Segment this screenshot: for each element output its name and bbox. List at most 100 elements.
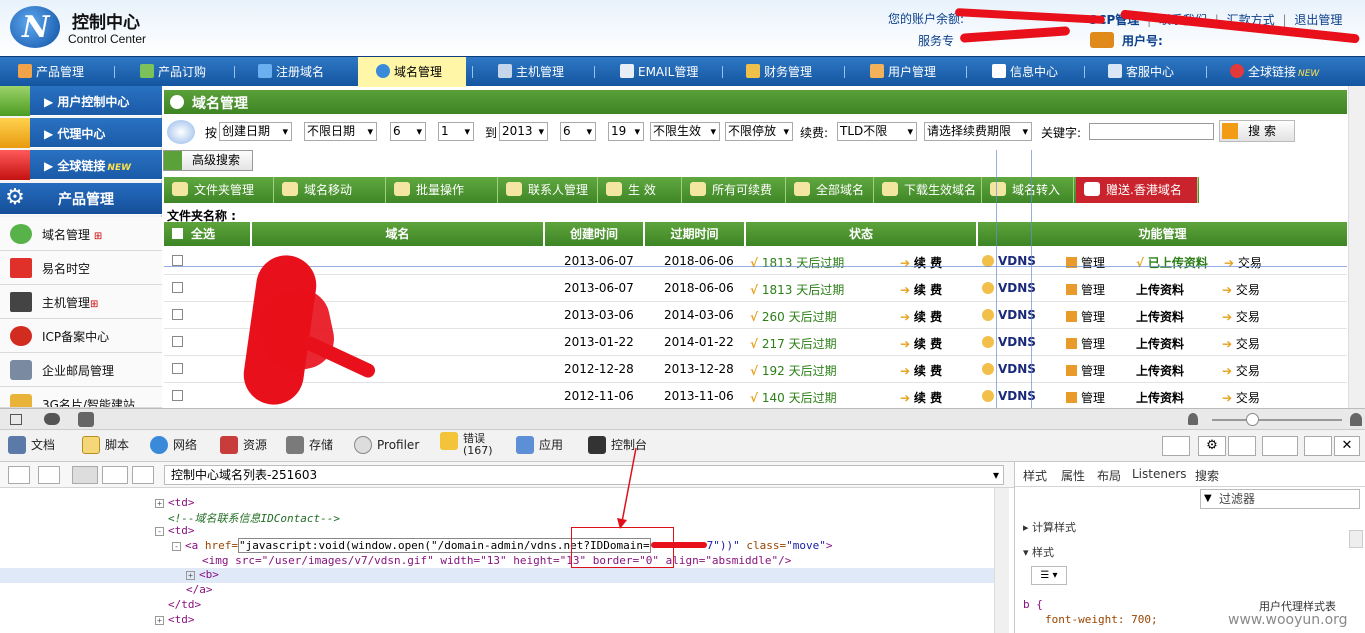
year-to-select[interactable]: 2013 — [499, 122, 548, 141]
toolbar-renewable[interactable]: 所有可续费 — [682, 177, 786, 203]
vdns-link[interactable]: VDNS — [982, 335, 1036, 349]
row-checkbox[interactable] — [172, 390, 183, 401]
vdns-link[interactable]: VDNS — [982, 389, 1036, 403]
trade-link[interactable]: ➔ 交易 — [1222, 362, 1260, 379]
style-filter-input[interactable]: ▼ 过滤器 — [1200, 489, 1360, 509]
tab-search[interactable]: 搜索 — [1195, 467, 1219, 484]
nav-host[interactable]: 主机管理 — [498, 57, 564, 87]
tab-attributes[interactable]: 属性 — [1061, 467, 1085, 484]
tab-listeners[interactable]: Listeners — [1132, 467, 1187, 481]
nav-domain[interactable]: 域名管理 — [358, 57, 466, 87]
manage-link[interactable]: 管理 — [1066, 281, 1105, 298]
day-to-select[interactable]: 19 — [608, 122, 644, 141]
undock-icon[interactable] — [1304, 436, 1332, 456]
stop-select[interactable]: 不限停放 — [725, 122, 793, 141]
sidebar-item-host[interactable]: 主机管理⊞ — [0, 285, 162, 319]
select-all-header[interactable]: 全选 — [164, 222, 252, 246]
month-from-select[interactable]: 6 — [390, 122, 426, 141]
gear-icon[interactable]: ⚙ — [1198, 436, 1226, 456]
manage-link[interactable]: 管理 — [1066, 362, 1105, 379]
dom-node[interactable]: + <td> — [155, 496, 195, 509]
toolbar-download[interactable]: 下载生效域名 — [874, 177, 982, 203]
renew-link[interactable]: ➔ 续 费 — [900, 281, 942, 298]
manage-link[interactable]: 管理 — [1066, 308, 1105, 325]
manage-link[interactable]: 管理 — [1066, 254, 1105, 271]
manage-link[interactable]: 管理 — [1066, 335, 1105, 352]
tld-select[interactable]: TLD不限 — [837, 122, 917, 141]
row-checkbox[interactable] — [172, 363, 183, 374]
select-element-icon[interactable] — [72, 466, 98, 484]
tab-profiler[interactable]: Profiler — [354, 436, 419, 454]
upload-link[interactable]: 上传资料 — [1136, 281, 1184, 298]
renew-link[interactable]: ➔ 续 费 — [900, 308, 942, 325]
date-limit-select[interactable]: 不限日期 — [304, 122, 377, 141]
renew-link[interactable]: ➔ 续 费 — [900, 335, 942, 352]
vdns-link[interactable]: VDNS — [982, 281, 1036, 295]
pointer-icon[interactable] — [102, 466, 128, 484]
trade-link[interactable]: ➔ 交易 — [1222, 281, 1260, 298]
day-from-select[interactable]: 1 — [438, 122, 474, 141]
vdns-link[interactable]: VDNS — [982, 308, 1036, 322]
renew-link[interactable]: ➔ 续 费 — [900, 389, 942, 406]
speaker-icon[interactable] — [1228, 436, 1256, 456]
tab-network[interactable]: 网络 — [150, 436, 197, 454]
zoom-slider[interactable] — [1212, 419, 1342, 421]
row-checkbox[interactable] — [172, 282, 183, 293]
nav-user[interactable]: 用户管理 — [870, 57, 936, 87]
dock-mode-icon[interactable] — [1262, 436, 1298, 456]
extension-icon[interactable] — [78, 412, 94, 427]
nav-info[interactable]: 信息中心 — [992, 57, 1058, 87]
tab-layout[interactable]: 布局 — [1097, 467, 1121, 484]
nav-register[interactable]: 注册域名 — [258, 57, 324, 87]
row-checkbox[interactable] — [172, 336, 183, 347]
dom-node-anchor[interactable]: - <a href="javascript:void(window.open("/… — [172, 538, 832, 553]
nav-product[interactable]: 产品管理 — [18, 57, 84, 87]
main-scrollbar[interactable] — [1348, 86, 1365, 408]
tab-document[interactable]: 文档 — [8, 436, 55, 454]
renew-link[interactable]: ➔ 续 费 — [900, 254, 942, 271]
tab-app[interactable]: 应用 — [516, 436, 563, 454]
month-to-select[interactable]: 6 — [560, 122, 596, 141]
sidebar-global-link[interactable]: ▶ 全球链接 NEW — [0, 150, 162, 180]
nav-support[interactable]: 客服中心 — [1108, 57, 1174, 87]
trade-link[interactable]: ➔ 交易 — [1222, 389, 1260, 406]
row-checkbox[interactable] — [172, 309, 183, 320]
advanced-search-button[interactable]: 高级搜索 — [163, 150, 253, 171]
sidebar-item-mail[interactable]: 企业邮局管理 — [0, 353, 162, 387]
console-toggle-icon[interactable] — [1162, 436, 1190, 456]
renew-period-select[interactable]: 请选择续费期限 — [924, 122, 1032, 141]
zoom-slider-thumb[interactable] — [1246, 413, 1259, 426]
manage-link[interactable]: 管理 — [1066, 389, 1105, 406]
nav-back-icon[interactable] — [8, 466, 30, 484]
nav-finance[interactable]: 财务管理 — [746, 57, 812, 87]
dom-node[interactable]: </a> — [186, 583, 213, 596]
nav-forward-icon[interactable] — [38, 466, 60, 484]
styles-menu-button[interactable]: ☰ ▾ — [1031, 566, 1067, 585]
toolbar-batch[interactable]: 批量操作 — [386, 177, 498, 203]
effect-select[interactable]: 不限生效 — [650, 122, 720, 141]
sidebar-item-ename[interactable]: 易名时空 — [0, 251, 162, 285]
vdns-link[interactable]: VDNS — [982, 362, 1036, 376]
styles-scrollbar[interactable] — [1349, 530, 1363, 548]
sort-select[interactable]: 创建日期 — [219, 122, 292, 141]
nav-global-link[interactable]: 全球链接 NEW — [1230, 57, 1319, 87]
row-checkbox[interactable] — [172, 255, 183, 266]
toolbar-activate[interactable]: 生 效 — [598, 177, 682, 203]
tab-errors[interactable]: 错误 (167) — [440, 432, 493, 457]
styles-section[interactable]: ▾ 样式 — [1023, 544, 1054, 560]
nav-email[interactable]: EMAIL管理 — [620, 57, 698, 87]
sidebar-product-head[interactable]: ⚙ 产品管理 — [0, 183, 162, 215]
lightning-icon[interactable] — [132, 466, 154, 484]
search-button[interactable]: 搜 索 — [1219, 120, 1295, 142]
logout-link[interactable]: 退出管理 — [1294, 13, 1342, 27]
toolbar-folder-manage[interactable]: 文件夹管理 — [164, 177, 274, 203]
close-icon[interactable]: ✕ — [1334, 436, 1360, 456]
computed-styles-section[interactable]: ▸ 计算样式 — [1023, 519, 1076, 535]
tab-script[interactable]: 脚本 — [82, 436, 129, 454]
nav-order[interactable]: 产品订购 — [140, 57, 206, 87]
tab-styles[interactable]: 样式 — [1023, 467, 1048, 484]
sidebar-user-center[interactable]: ▶ 用户控制中心 — [0, 86, 162, 116]
upload-status[interactable]: √ 已上传资料 — [1136, 254, 1208, 271]
keyword-input[interactable] — [1089, 123, 1214, 140]
dom-tree-scrollbar[interactable] — [994, 488, 1009, 633]
